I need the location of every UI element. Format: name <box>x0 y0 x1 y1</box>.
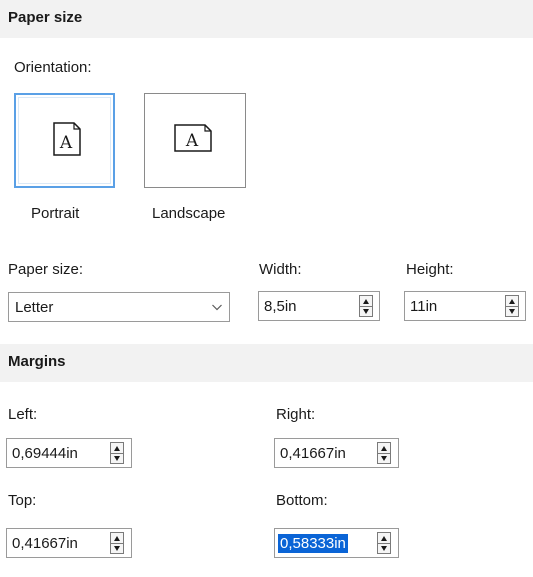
bottom-margin-spin-buttons[interactable] <box>377 532 391 554</box>
decrement-arrow-icon[interactable] <box>509 309 515 314</box>
decrement-arrow-icon[interactable] <box>381 456 387 461</box>
increment-arrow-icon[interactable] <box>381 446 387 451</box>
portrait-orientation-button[interactable]: A <box>14 93 115 188</box>
landscape-orientation-button[interactable]: A <box>144 93 246 188</box>
margins-section-title: Margins <box>8 353 66 370</box>
top-margin-spinbox[interactable]: 0,41667in <box>6 528 132 558</box>
decrement-arrow-icon[interactable] <box>114 546 120 551</box>
bottom-margin-value: 0,58333in <box>278 534 348 553</box>
landscape-page-glyph: A <box>185 131 199 151</box>
height-spin-buttons[interactable] <box>505 295 519 317</box>
portrait-label: Portrait <box>31 205 80 222</box>
height-value: 11in <box>410 298 438 315</box>
width-spin-buttons[interactable] <box>359 295 373 317</box>
right-margin-spin-buttons[interactable] <box>377 442 391 464</box>
left-margin-label: Left: <box>8 406 38 423</box>
decrement-arrow-icon[interactable] <box>381 546 387 551</box>
left-margin-spinbox[interactable]: 0,69444in <box>6 438 132 468</box>
increment-arrow-icon[interactable] <box>114 446 120 451</box>
left-margin-value: 0,69444in <box>12 445 78 462</box>
portrait-page-glyph: A <box>59 133 73 153</box>
paper-size-section-header: Paper size <box>0 0 533 38</box>
landscape-label: Landscape <box>152 205 226 222</box>
right-margin-value: 0,41667in <box>280 445 346 462</box>
width-label: Width: <box>259 261 302 278</box>
increment-arrow-icon[interactable] <box>381 536 387 541</box>
paper-size-label: Paper size: <box>8 261 84 278</box>
height-spinbox[interactable]: 11in <box>404 291 526 321</box>
top-margin-value: 0,41667in <box>12 535 78 552</box>
bottom-margin-label: Bottom: <box>276 492 328 509</box>
decrement-arrow-icon[interactable] <box>363 309 369 314</box>
paper-size-select[interactable]: Letter <box>8 292 230 322</box>
increment-arrow-icon[interactable] <box>509 299 515 304</box>
paper-size-section-title: Paper size <box>8 9 83 26</box>
height-label: Height: <box>406 261 454 278</box>
left-margin-spin-buttons[interactable] <box>110 442 124 464</box>
bottom-margin-spinbox[interactable]: 0,58333in <box>274 528 399 558</box>
right-margin-label: Right: <box>276 406 316 423</box>
increment-arrow-icon[interactable] <box>114 536 120 541</box>
landscape-page-icon: A <box>174 124 212 152</box>
margins-section-header: Margins <box>0 344 533 382</box>
orientation-label: Orientation: <box>14 59 92 76</box>
top-margin-label: Top: <box>8 492 37 509</box>
decrement-arrow-icon[interactable] <box>114 456 120 461</box>
portrait-page-icon: A <box>53 122 81 156</box>
chevron-down-icon <box>212 304 222 311</box>
width-value: 8,5in <box>264 298 297 315</box>
width-spinbox[interactable]: 8,5in <box>258 291 380 321</box>
paper-size-value: Letter <box>15 299 54 316</box>
right-margin-spinbox[interactable]: 0,41667in <box>274 438 399 468</box>
top-margin-spin-buttons[interactable] <box>110 532 124 554</box>
increment-arrow-icon[interactable] <box>363 299 369 304</box>
